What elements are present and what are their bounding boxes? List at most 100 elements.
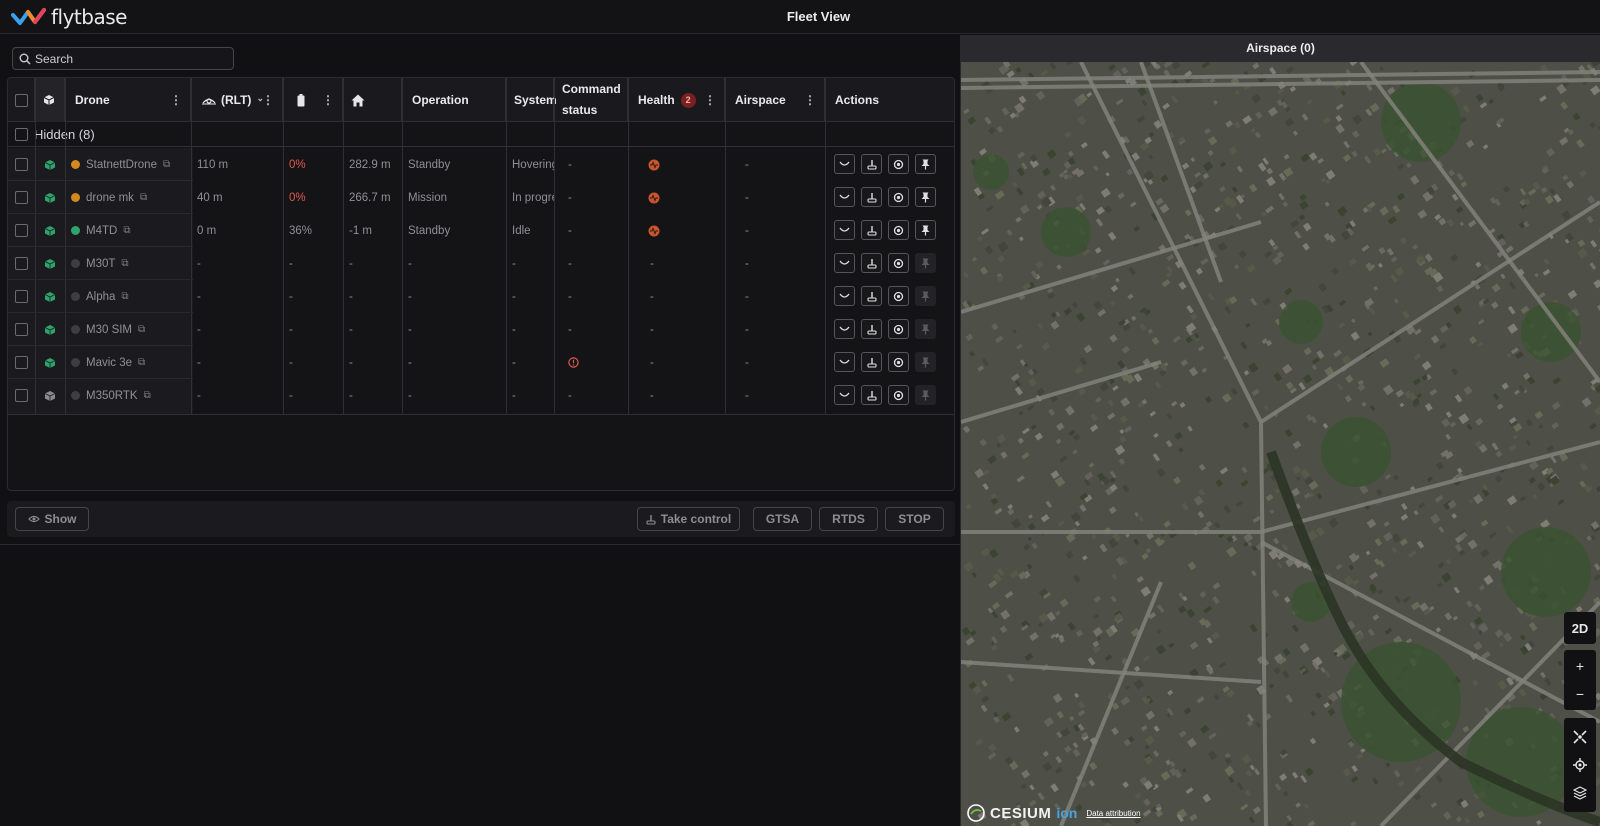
pin-action-button[interactable] xyxy=(915,253,936,273)
fit-view-icon[interactable] xyxy=(1573,730,1587,744)
gtsa-button[interactable]: GTSA xyxy=(753,507,812,531)
search-input[interactable] xyxy=(35,51,225,66)
error-icon[interactable] xyxy=(568,357,579,368)
drone-name-cell[interactable]: M350RTK ⧉ xyxy=(65,379,191,412)
row-checkbox[interactable] xyxy=(15,257,28,270)
locate-action-button[interactable] xyxy=(888,253,909,273)
map-2d-toggle[interactable]: 2D xyxy=(1564,612,1596,644)
pin-action-button[interactable] xyxy=(915,220,936,240)
external-link-icon[interactable]: ⧉ xyxy=(138,357,145,368)
external-link-icon[interactable]: ⧉ xyxy=(140,192,147,203)
pin-action-button[interactable] xyxy=(915,385,936,405)
control-action-button[interactable] xyxy=(861,187,882,207)
land-action-button[interactable] xyxy=(834,286,855,306)
select-all-checkbox[interactable] xyxy=(15,93,28,107)
drone-column-menu-icon[interactable]: ⋮ xyxy=(170,93,182,107)
pin-action-button[interactable] xyxy=(915,319,936,339)
table-row[interactable]: M30 SIM ⧉ - - - - - - - - xyxy=(8,313,954,346)
altitude-column-header[interactable]: (RLT) ⌄ ⋮ xyxy=(191,78,283,122)
row-checkbox[interactable] xyxy=(15,191,28,204)
satellite-map[interactable]: 2D + − CESIUM ion Data attribution xyxy=(961,62,1600,826)
home-column-header[interactable] xyxy=(343,78,402,122)
take-control-button[interactable]: Take control xyxy=(637,507,740,531)
drone-name[interactable]: M4TD xyxy=(86,225,117,237)
health-column-menu-icon[interactable]: ⋮ xyxy=(704,93,716,107)
land-action-button[interactable] xyxy=(834,319,855,339)
drone-name[interactable]: StatnettDrone xyxy=(86,159,157,171)
table-row[interactable]: M350RTK ⧉ - - - - - - - - xyxy=(8,379,954,412)
table-row[interactable]: Mavic 3e ⧉ - - - - - - - xyxy=(8,346,954,379)
data-attribution-link[interactable]: Data attribution xyxy=(1086,809,1140,818)
table-row[interactable]: M4TD ⧉ 0 m 36% -1 m Standby Idle - - xyxy=(8,214,954,247)
pin-action-button[interactable] xyxy=(915,154,936,174)
drone-name[interactable]: Alpha xyxy=(86,291,115,303)
health-column-header[interactable]: Health 2 ⋮ xyxy=(628,78,725,122)
drone-column-header[interactable]: Drone ⋮ xyxy=(65,78,191,122)
drone-name[interactable]: M350RTK xyxy=(86,390,138,402)
drone-name[interactable]: drone mk xyxy=(86,192,134,204)
health-warning-icon[interactable] xyxy=(648,225,660,237)
row-checkbox[interactable] xyxy=(15,323,28,336)
drone-name-cell[interactable]: M4TD ⧉ xyxy=(65,214,191,247)
locate-action-button[interactable] xyxy=(888,385,909,405)
system-column-header[interactable]: System xyxy=(506,78,557,122)
show-button[interactable]: Show xyxy=(15,507,89,531)
airspace-column-menu-icon[interactable]: ⋮ xyxy=(804,93,816,107)
command-status-column-header[interactable]: Command status xyxy=(554,78,628,122)
pin-action-button[interactable] xyxy=(915,187,936,207)
drone-name-cell[interactable]: Alpha ⧉ xyxy=(65,280,191,313)
drone-name[interactable]: M30 SIM xyxy=(86,324,132,336)
health-alert-badge[interactable]: 2 xyxy=(680,92,696,108)
external-link-icon[interactable]: ⧉ xyxy=(123,225,130,236)
drone-name-cell[interactable]: M30T ⧉ xyxy=(65,247,191,280)
external-link-icon[interactable]: ⧉ xyxy=(163,159,170,170)
locate-action-button[interactable] xyxy=(888,286,909,306)
land-action-button[interactable] xyxy=(834,220,855,240)
map-imagery[interactable] xyxy=(961,62,1600,826)
locate-action-button[interactable] xyxy=(888,187,909,207)
hidden-group-checkbox[interactable] xyxy=(15,128,28,141)
battery-column-header[interactable]: ⋮ xyxy=(283,78,343,122)
health-warning-icon[interactable] xyxy=(648,192,660,204)
land-action-button[interactable] xyxy=(834,253,855,273)
external-link-icon[interactable]: ⧉ xyxy=(144,390,151,401)
land-action-button[interactable] xyxy=(834,154,855,174)
locate-action-button[interactable] xyxy=(888,220,909,240)
zoom-in-button[interactable]: + xyxy=(1576,658,1584,674)
external-link-icon[interactable]: ⧉ xyxy=(138,324,145,335)
layers-icon[interactable] xyxy=(1573,786,1587,800)
row-checkbox[interactable] xyxy=(15,290,28,303)
locate-action-button[interactable] xyxy=(888,154,909,174)
control-action-button[interactable] xyxy=(861,286,882,306)
control-action-button[interactable] xyxy=(861,253,882,273)
table-row[interactable]: M30T ⧉ - - - - - - - - xyxy=(8,247,954,280)
table-row[interactable]: Alpha ⧉ - - - - - - - - xyxy=(8,280,954,313)
drone-name-cell[interactable]: M30 SIM ⧉ xyxy=(65,313,191,346)
rtds-button[interactable]: RTDS xyxy=(819,507,878,531)
row-checkbox[interactable] xyxy=(15,224,28,237)
drone-name-cell[interactable]: drone mk ⧉ xyxy=(65,181,191,214)
control-action-button[interactable] xyxy=(861,352,882,372)
table-row[interactable]: drone mk ⧉ 40 m 0% 266.7 m Mission In pr… xyxy=(8,181,954,214)
locate-action-button[interactable] xyxy=(888,319,909,339)
drone-name-cell[interactable]: StatnettDrone ⧉ xyxy=(65,148,191,181)
pin-action-button[interactable] xyxy=(915,286,936,306)
control-action-button[interactable] xyxy=(861,385,882,405)
airspace-column-header[interactable]: Airspace ⋮ xyxy=(725,78,825,122)
altitude-column-menu-icon[interactable]: ⋮ xyxy=(262,93,274,107)
external-link-icon[interactable]: ⧉ xyxy=(121,258,128,269)
health-warning-icon[interactable] xyxy=(648,159,660,171)
drone-name[interactable]: M30T xyxy=(86,258,115,270)
drone-name-cell[interactable]: Mavic 3e ⧉ xyxy=(65,346,191,379)
control-action-button[interactable] xyxy=(861,319,882,339)
hidden-group-row[interactable]: Hidden (8) xyxy=(8,123,954,147)
row-checkbox[interactable] xyxy=(15,389,28,402)
search-box[interactable] xyxy=(12,47,234,70)
locate-action-button[interactable] xyxy=(888,352,909,372)
control-action-button[interactable] xyxy=(861,220,882,240)
battery-column-menu-icon[interactable]: ⋮ xyxy=(322,93,334,107)
row-checkbox[interactable] xyxy=(15,158,28,171)
drone-name[interactable]: Mavic 3e xyxy=(86,357,132,369)
land-action-button[interactable] xyxy=(834,352,855,372)
row-checkbox[interactable] xyxy=(15,356,28,369)
